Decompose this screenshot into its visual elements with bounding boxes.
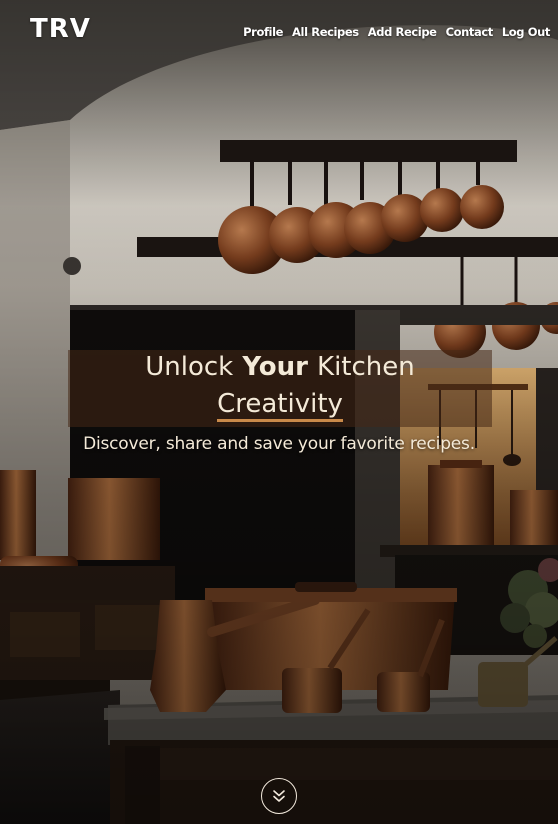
nav-link-log-out[interactable]: Log Out xyxy=(502,25,551,39)
scroll-down-button[interactable] xyxy=(261,778,297,814)
nav-link-contact[interactable]: Contact xyxy=(446,25,494,39)
nav-menu: Profile All Recipes Add Recipe Contact L… xyxy=(234,25,550,39)
double-chevron-down-icon xyxy=(273,790,285,802)
hero-title-underlined: Creativity xyxy=(217,389,343,422)
nav-link-add-recipe[interactable]: Add Recipe xyxy=(368,25,437,39)
nav-link-profile[interactable]: Profile xyxy=(243,25,283,39)
hero-subtitle: Discover, share and save your favorite r… xyxy=(83,434,475,454)
navbar: TRV Profile All Recipes Add Recipe Conta… xyxy=(0,0,558,64)
hero-title-word: Kitchen xyxy=(317,352,415,382)
hero-title: Unlock Your Kitchen Creativity xyxy=(68,349,492,423)
brand-logo[interactable]: TRV xyxy=(30,14,91,44)
hero-title-emphasis: Your xyxy=(242,352,308,382)
nav-link-all-recipes[interactable]: All Recipes xyxy=(292,25,359,39)
hero-section: TRV Profile All Recipes Add Recipe Conta… xyxy=(0,0,558,824)
hero-title-word: Unlock xyxy=(145,352,234,382)
